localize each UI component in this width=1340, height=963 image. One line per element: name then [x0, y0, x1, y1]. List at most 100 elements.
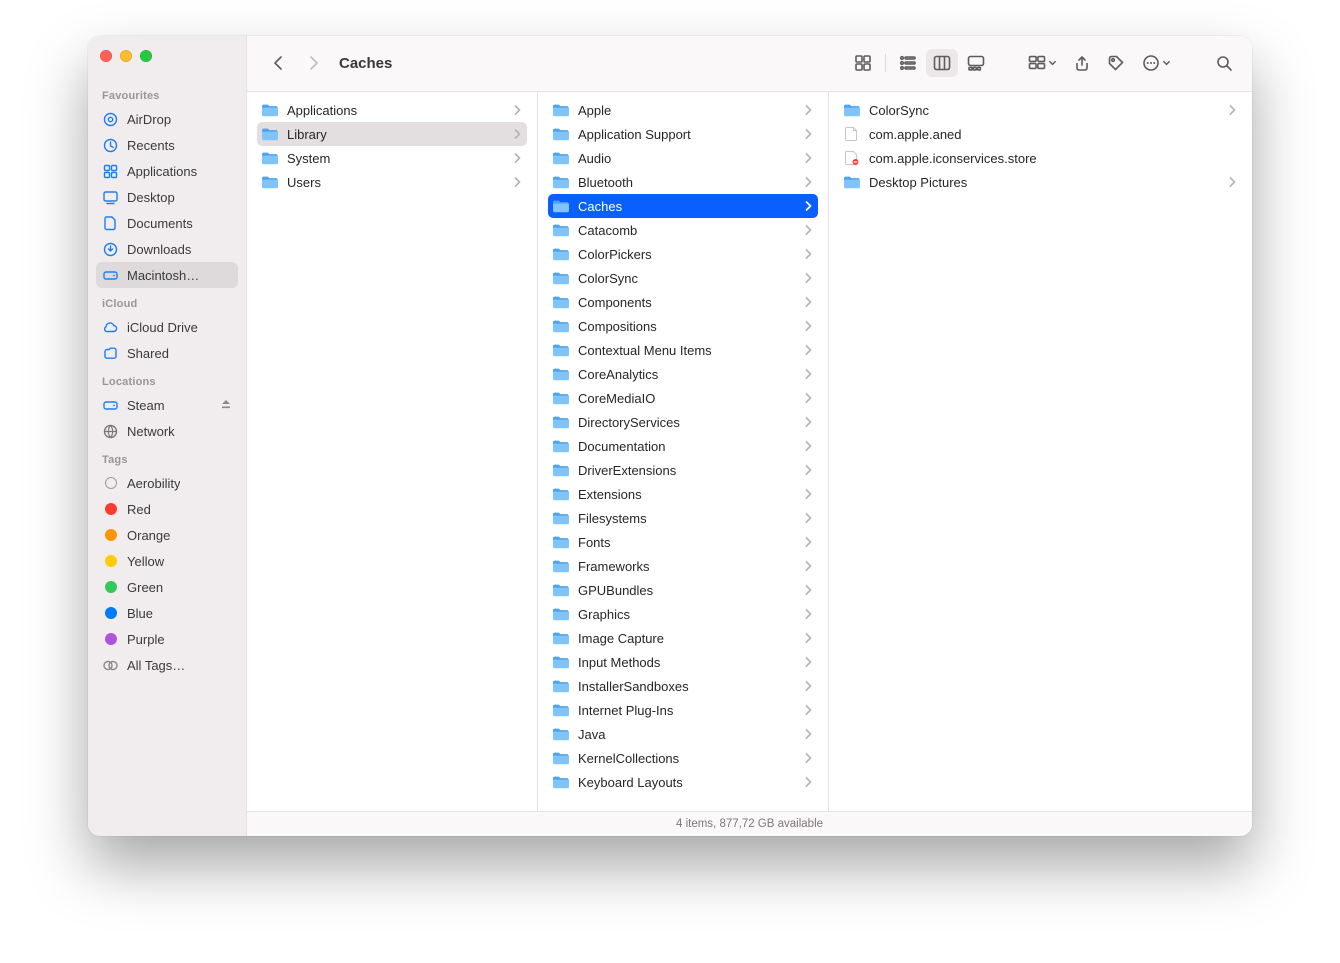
view-columns-button[interactable] — [926, 49, 958, 77]
file-row[interactable]: ColorSync — [839, 98, 1242, 122]
file-row[interactable]: Application Support — [548, 122, 818, 146]
file-row[interactable]: Audio — [548, 146, 818, 170]
file-row[interactable]: System — [257, 146, 527, 170]
chevron-right-icon — [805, 415, 812, 430]
sidebar-item-blue[interactable]: Blue — [96, 600, 238, 626]
fullscreen-button[interactable] — [140, 50, 152, 62]
file-row[interactable]: Catacomb — [548, 218, 818, 242]
cloud-icon — [102, 319, 119, 336]
eject-icon[interactable] — [220, 398, 232, 413]
sidebar-item-green[interactable]: Green — [96, 574, 238, 600]
file-row[interactable]: ColorPickers — [548, 242, 818, 266]
file-row[interactable]: com.apple.aned — [839, 122, 1242, 146]
minimize-button[interactable] — [120, 50, 132, 62]
sidebar-item-shared[interactable]: Shared — [96, 340, 238, 366]
column-2: ColorSynccom.apple.anedcom.apple.iconser… — [829, 92, 1252, 811]
sidebar-item-recents[interactable]: Recents — [96, 132, 238, 158]
close-button[interactable] — [100, 50, 112, 62]
sidebar-item-all-tags-[interactable]: All Tags… — [96, 652, 238, 678]
sidebar-item-airdrop[interactable]: AirDrop — [96, 106, 238, 132]
chevron-right-icon — [805, 727, 812, 742]
file-label: Input Methods — [578, 655, 797, 670]
file-row[interactable]: Library — [257, 122, 527, 146]
file-row[interactable]: Caches — [548, 194, 818, 218]
search-button[interactable] — [1208, 49, 1240, 77]
sidebar-item-aerobility[interactable]: Aerobility — [96, 470, 238, 496]
sidebar-item-label: Aerobility — [127, 476, 180, 491]
file-row[interactable]: Extensions — [548, 482, 818, 506]
file-row[interactable]: InstallerSandboxes — [548, 674, 818, 698]
file-row[interactable]: Users — [257, 170, 527, 194]
folder-icon — [552, 150, 570, 166]
view-list-button[interactable] — [892, 49, 924, 77]
share-button[interactable] — [1066, 49, 1098, 77]
file-row[interactable]: Fonts — [548, 530, 818, 554]
file-label: Documentation — [578, 439, 797, 454]
folder-icon — [552, 510, 570, 526]
folder-icon — [552, 102, 570, 118]
file-row[interactable]: Frameworks — [548, 554, 818, 578]
file-row[interactable]: DriverExtensions — [548, 458, 818, 482]
file-row[interactable]: Image Capture — [548, 626, 818, 650]
sidebar-item-downloads[interactable]: Downloads — [96, 236, 238, 262]
sidebar-item-network[interactable]: Network — [96, 418, 238, 444]
folder-icon — [552, 750, 570, 766]
chevron-right-icon — [805, 223, 812, 238]
chevron-right-icon — [805, 295, 812, 310]
file-row[interactable]: GPUBundles — [548, 578, 818, 602]
file-row[interactable]: com.apple.iconservices.store — [839, 146, 1242, 170]
folder-icon — [552, 126, 570, 142]
file-row[interactable]: Bluetooth — [548, 170, 818, 194]
file-row[interactable]: ColorSync — [548, 266, 818, 290]
file-row[interactable]: CoreAnalytics — [548, 362, 818, 386]
file-row[interactable]: DirectoryServices — [548, 410, 818, 434]
file-row[interactable]: Input Methods — [548, 650, 818, 674]
file-row[interactable]: Desktop Pictures — [839, 170, 1242, 194]
file-row[interactable]: Filesystems — [548, 506, 818, 530]
folder-icon — [552, 174, 570, 190]
back-button[interactable] — [263, 49, 295, 77]
chevron-right-icon — [805, 631, 812, 646]
sidebar-item-red[interactable]: Red — [96, 496, 238, 522]
file-label: Frameworks — [578, 559, 797, 574]
sidebar-item-orange[interactable]: Orange — [96, 522, 238, 548]
file-row[interactable]: Graphics — [548, 602, 818, 626]
sidebar-item-label: Yellow — [127, 554, 164, 569]
tag-icon — [102, 475, 119, 492]
sidebar-item-applications[interactable]: Applications — [96, 158, 238, 184]
airdrop-icon — [102, 111, 119, 128]
folder-icon — [552, 390, 570, 406]
file-row[interactable]: Internet Plug-Ins — [548, 698, 818, 722]
disk-icon — [102, 397, 119, 414]
sidebar-item-desktop[interactable]: Desktop — [96, 184, 238, 210]
sidebar-item-documents[interactable]: Documents — [96, 210, 238, 236]
file-label: Applications — [287, 103, 506, 118]
sidebar-item-yellow[interactable]: Yellow — [96, 548, 238, 574]
file-row[interactable]: Keyboard Layouts — [548, 770, 818, 794]
group-button[interactable] — [1020, 49, 1064, 77]
view-icons-button[interactable] — [847, 49, 879, 77]
file-label: Desktop Pictures — [869, 175, 1221, 190]
forward-button[interactable] — [297, 49, 329, 77]
sidebar-item-macintosh-[interactable]: Macintosh… — [96, 262, 238, 288]
sidebar-item-label: Macintosh… — [127, 268, 199, 283]
sidebar-item-icloud-drive[interactable]: iCloud Drive — [96, 314, 238, 340]
sidebar-item-steam[interactable]: Steam — [96, 392, 238, 418]
tags-button[interactable] — [1100, 49, 1132, 77]
file-row[interactable]: Compositions — [548, 314, 818, 338]
file-row[interactable]: Applications — [257, 98, 527, 122]
tag-icon — [102, 631, 119, 648]
sidebar-item-label: Recents — [127, 138, 175, 153]
file-row[interactable]: CoreMediaIO — [548, 386, 818, 410]
file-row[interactable]: Contextual Menu Items — [548, 338, 818, 362]
file-row[interactable]: Apple — [548, 98, 818, 122]
file-row[interactable]: Documentation — [548, 434, 818, 458]
view-gallery-button[interactable] — [960, 49, 992, 77]
file-row[interactable]: Components — [548, 290, 818, 314]
tag-icon — [102, 553, 119, 570]
file-row[interactable]: Java — [548, 722, 818, 746]
sidebar-item-label: Downloads — [127, 242, 191, 257]
file-row[interactable]: KernelCollections — [548, 746, 818, 770]
sidebar-item-purple[interactable]: Purple — [96, 626, 238, 652]
more-button[interactable] — [1134, 49, 1178, 77]
